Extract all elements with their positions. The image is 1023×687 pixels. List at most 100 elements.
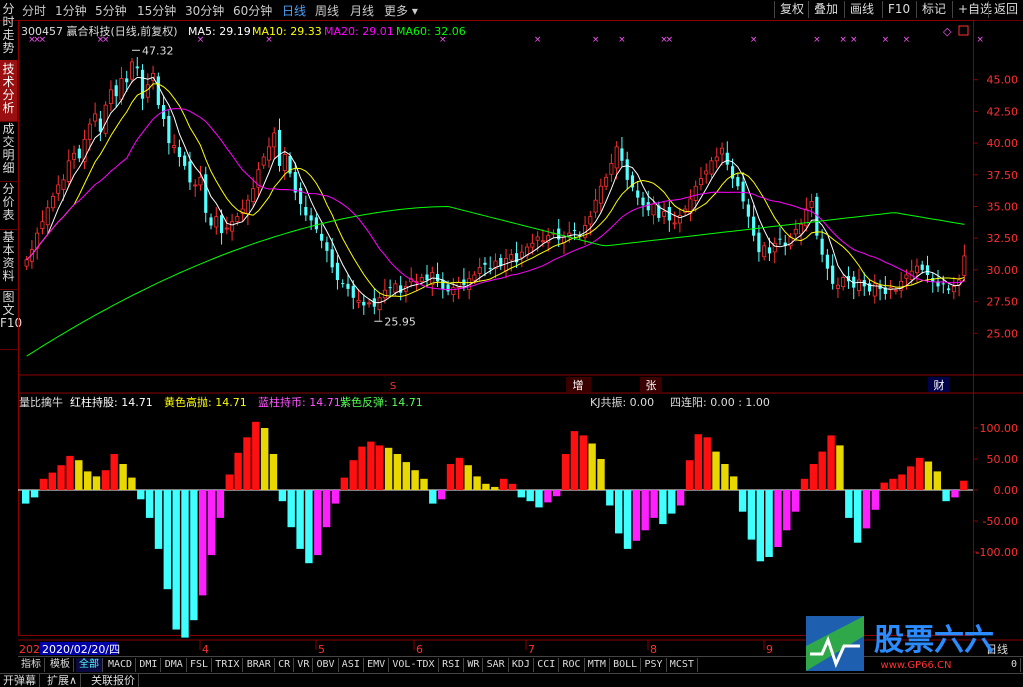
x-month-label: 9 (766, 643, 773, 656)
sidebar-item-0[interactable]: 分时走势 (0, 0, 17, 62)
candle-body (925, 265, 930, 275)
sidebar-item-4[interactable]: 基本资料 (0, 228, 17, 290)
indicator-tab-16[interactable]: WR (464, 658, 484, 672)
indicator-y-axis: -100.00 -50.00 0.00 50.00 100.00 (973, 422, 1018, 559)
signal-x: × (976, 35, 984, 45)
indicator-tab-12[interactable]: ASI (339, 658, 364, 672)
indicator-tick-label: -50.00 (983, 515, 1018, 528)
indicator-tick-label: -100.00 (976, 546, 1018, 559)
indicator-bar (836, 445, 844, 490)
indicator-tab-4[interactable]: DMI (136, 658, 162, 672)
x-first-date: 2020/02/20/四 (42, 643, 120, 656)
logo-text: 股票六六 (874, 623, 994, 658)
candle-body (87, 123, 92, 140)
indicator-tab-23[interactable]: PSY (642, 658, 667, 672)
bottom-link-0[interactable]: 开弹幕 (0, 674, 40, 687)
timeframe-tab-5[interactable]: 60分钟 (233, 2, 272, 19)
indicator-bar (756, 490, 764, 562)
indicator-bar (561, 454, 570, 490)
indicator-tab-21[interactable]: MTM (585, 658, 610, 672)
indicator-tab-15[interactable]: RSI (439, 658, 465, 672)
sidebar-item-5[interactable]: 图文F10 (0, 288, 22, 350)
toolbar-button-4[interactable]: 标记 (916, 1, 951, 18)
indicator-bar (48, 472, 56, 490)
indicator-bar (880, 482, 888, 490)
indicator-tab-8[interactable]: BRAR (244, 658, 275, 672)
indicator-tab-11[interactable]: OBV (314, 658, 339, 672)
indicator-tab-6[interactable]: FSL (187, 658, 213, 672)
candle-body (741, 181, 745, 202)
indicator-tab-17[interactable]: SAR (484, 658, 509, 672)
candle-body (530, 242, 535, 248)
indicator-header: 量比擒牛 红柱持股: 14.71 黄色高抛: 14.71 蓝柱持币: 14.71 紫色反… (19, 395, 770, 409)
timeframe-tab-4[interactable]: 30分钟 (185, 2, 224, 19)
bottom-link-1[interactable]: 扩展∧ (44, 674, 82, 687)
event-marker-s: S (390, 381, 396, 392)
candle-body (399, 285, 403, 293)
indicator-tab-22[interactable]: BOLL (610, 658, 642, 672)
indicator-bar (526, 490, 534, 502)
sidebar-item-2[interactable]: 成交明细 (0, 120, 17, 182)
timeframe-tab-9[interactable]: 更多 ▾ (384, 2, 418, 19)
bottom-link-2[interactable]: 关联报价 (88, 674, 139, 687)
indicator-tab-9[interactable]: CR (275, 658, 295, 672)
candle-body (40, 221, 45, 229)
indicator-tab-14[interactable]: VOL-TDX (389, 658, 439, 672)
timeframe-tab-1[interactable]: 1分钟 (55, 2, 87, 19)
timeframe-tab-0[interactable]: 分时 (22, 2, 46, 19)
candle-body (835, 284, 840, 289)
price-tick-label: 25.00 (987, 327, 1019, 340)
indicator-tab-20[interactable]: ROC (560, 658, 585, 672)
timeframe-tab-3[interactable]: 15分钟 (137, 2, 176, 19)
indicator-tab-10[interactable]: VR (294, 658, 314, 672)
indicator-bar (92, 476, 101, 490)
candle-body (224, 227, 229, 230)
indicator-tab-19[interactable]: CCI (534, 658, 560, 672)
toolbar-button-2[interactable]: 画线 (844, 1, 879, 18)
timeframe-tab-8[interactable]: 月线 (350, 2, 374, 19)
toolbar-button-0[interactable]: 复权 (774, 1, 809, 18)
indicator-bar (393, 454, 402, 490)
indicator-bar (721, 464, 729, 490)
indicator-bar (491, 486, 499, 490)
indicator-bar (517, 490, 525, 498)
price-tick-label: 37.50 (987, 169, 1019, 182)
timeframe-tab-2[interactable]: 5分钟 (95, 2, 127, 19)
candle-body (251, 188, 256, 203)
candle-body (45, 207, 50, 226)
indicator-bar (818, 451, 826, 490)
indicator-tab-7[interactable]: TRIX (212, 658, 244, 672)
indicator-tab-13[interactable]: EMV (364, 658, 390, 672)
window-toggle-icon[interactable] (958, 25, 969, 36)
indicator-tab-18[interactable]: KDJ (509, 658, 534, 672)
candle-body (24, 259, 29, 267)
indicator-bar (827, 435, 835, 490)
candle-body (261, 156, 266, 166)
toolbar-button-1[interactable]: 叠加 (808, 1, 843, 18)
candle-body (177, 147, 182, 158)
candle-body (941, 283, 945, 285)
indicator-bar (340, 477, 348, 490)
sidebar-item-3[interactable]: 分价表 (0, 180, 17, 230)
toolbar-button-3[interactable]: F10 (882, 1, 915, 18)
indicator-bar (358, 446, 366, 490)
ma10-label: MA10: 29.33 (252, 25, 322, 38)
indicator-tab-3[interactable]: MACD (105, 658, 137, 672)
indicator-bar (429, 490, 437, 504)
indicator-tab-24[interactable]: MCST (667, 658, 698, 672)
indicator-tab-5[interactable]: DMA (162, 658, 187, 672)
candle-body (620, 148, 624, 161)
x-month-label: 7 (528, 643, 535, 656)
indicator-tab-1[interactable]: 模板 (47, 658, 74, 672)
indicator-bar (384, 447, 393, 490)
indicator-tab-0[interactable]: 指标 (18, 658, 45, 672)
indicator-bar (154, 490, 163, 549)
event-markers: S增张财 (390, 377, 950, 392)
sidebar-item-1[interactable]: 技术分析 (0, 60, 17, 122)
toolbar-button-6[interactable]: 返回 (988, 1, 1023, 18)
timeframe-tab-6[interactable]: 日线 (282, 2, 306, 19)
indicator-tab-2[interactable]: 全部 (76, 658, 103, 672)
timeframe-tab-7[interactable]: 周线 (315, 2, 339, 19)
indicator-bars (22, 421, 968, 638)
indicator-bar (907, 466, 915, 490)
